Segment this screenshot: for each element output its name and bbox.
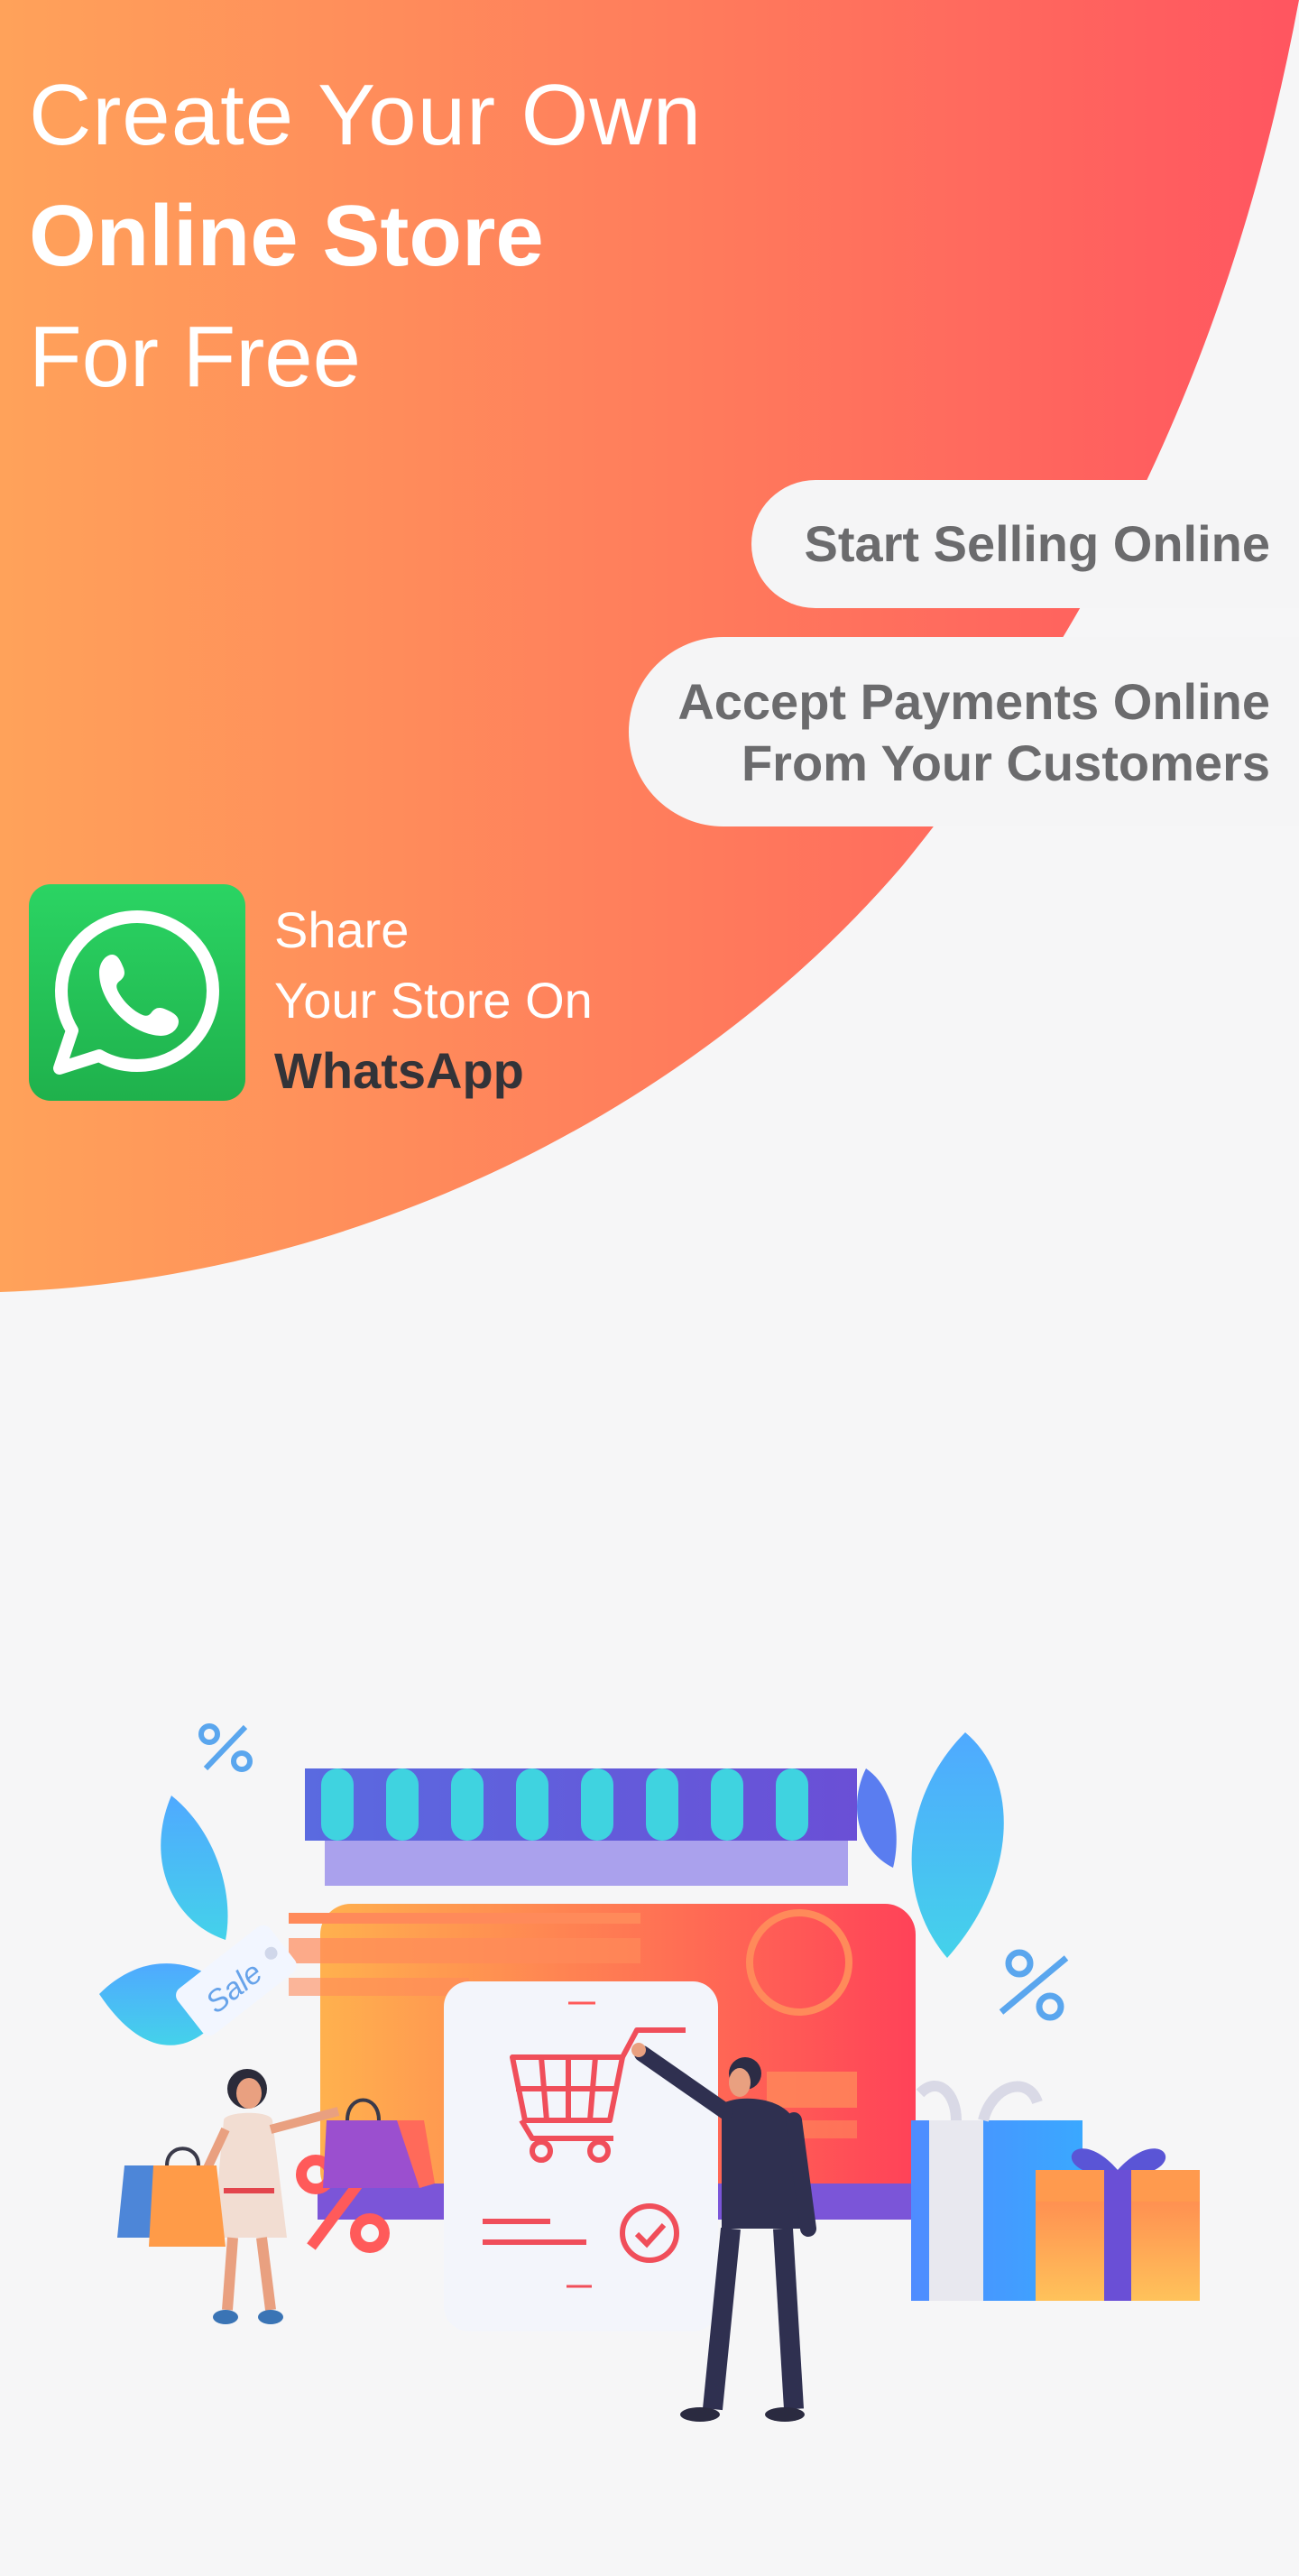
- start-selling-label: Start Selling Online: [804, 515, 1270, 572]
- share-line-3: WhatsApp: [274, 1042, 524, 1099]
- headline-line-3: For Free: [29, 309, 362, 405]
- accept-payments-line-2: From Your Customers: [741, 734, 1270, 791]
- start-selling-pill: Start Selling Online: [751, 480, 1299, 608]
- whatsapp-icon: [29, 884, 245, 1101]
- accept-payments-line-1: Accept Payments Online: [677, 673, 1270, 730]
- hero-headline: Create Your Own Online Store For Free: [29, 72, 702, 401]
- leaf-right-icon: [911, 1732, 1004, 1958]
- accept-payments-pill: Accept Payments Online From Your Custome…: [629, 637, 1299, 826]
- share-line-2: Your Store On: [274, 972, 593, 1029]
- headline-line-1: Create Your Own: [29, 67, 703, 163]
- percent-icon: [198, 1723, 253, 1772]
- online-shop-illustration: Sale: [99, 1723, 1200, 2422]
- headline-line-2: Online Store: [29, 188, 544, 284]
- share-text: Share Your Store On WhatsApp: [274, 895, 593, 1106]
- leaf-left-top-icon: [161, 1796, 228, 1940]
- gift-icon: [911, 2081, 1200, 2301]
- share-line-1: Share: [274, 901, 410, 958]
